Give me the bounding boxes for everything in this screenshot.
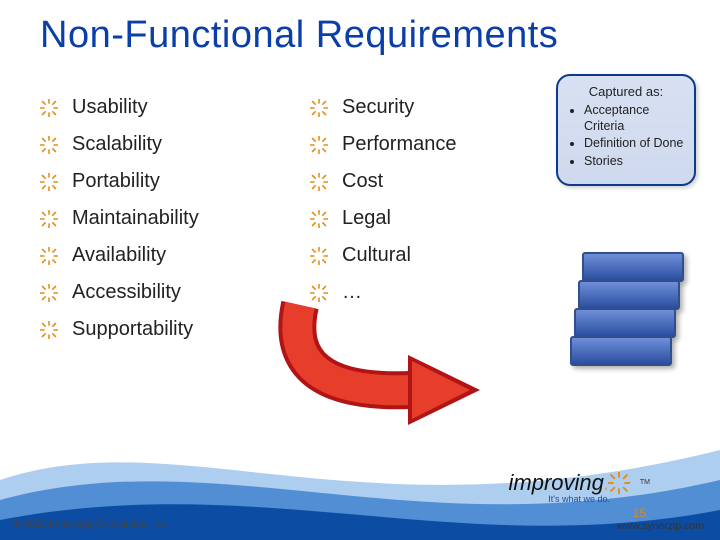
list-item: Supportability xyxy=(40,318,290,341)
burst-icon xyxy=(40,247,58,265)
list-item: Maintainability xyxy=(40,207,290,230)
list-item: Cultural xyxy=(310,244,530,267)
burst-icon xyxy=(40,173,58,191)
burst-icon xyxy=(40,210,58,228)
list-item-label: Availability xyxy=(72,244,166,267)
burst-icon xyxy=(310,247,328,265)
burst-icon xyxy=(310,210,328,228)
list-item-label: Security xyxy=(342,96,414,119)
burst-icon xyxy=(310,173,328,191)
burst-icon xyxy=(310,136,328,154)
list-item: Cost xyxy=(310,170,530,193)
list-item-label: Accessibility xyxy=(72,281,181,304)
list-item: Accessibility xyxy=(40,281,290,304)
list-item-label: Performance xyxy=(342,133,457,156)
burst-icon xyxy=(310,99,328,117)
burst-icon xyxy=(608,472,630,494)
list-item-label: Usability xyxy=(72,96,148,119)
burst-icon xyxy=(40,99,58,117)
burst-icon xyxy=(40,136,58,154)
list-item-label: Portability xyxy=(72,170,160,193)
list-item: Portability xyxy=(40,170,290,193)
list-item: Availability xyxy=(40,244,290,267)
list-item-label: Legal xyxy=(342,207,391,230)
footer-url: www.synerzip.com xyxy=(617,520,704,532)
list-item: Security xyxy=(310,96,530,119)
list-item: Legal xyxy=(310,207,530,230)
copyright-text: © 2012 Improving Enterprises, Inc. xyxy=(14,519,168,530)
brand-wordmark: improving. xyxy=(509,470,611,496)
trademark-text: TM xyxy=(640,479,650,486)
blue-stack-graphic xyxy=(572,252,680,372)
brand-logo: improving. It's what we do. xyxy=(509,470,611,504)
blue-swoosh-graphic xyxy=(0,390,720,540)
list-item-label: Scalability xyxy=(72,133,162,156)
list-item: Scalability xyxy=(40,133,290,156)
page-number: 15 xyxy=(633,506,646,520)
list-item-label: Maintainability xyxy=(72,207,199,230)
list-item: Usability xyxy=(40,96,290,119)
burst-icon xyxy=(40,321,58,339)
list-item-label: Supportability xyxy=(72,318,193,341)
left-column: Usability Scalability Portability Mainta… xyxy=(40,96,290,341)
list-item: Performance xyxy=(310,133,530,156)
list-item-label: Cost xyxy=(342,170,383,193)
burst-icon xyxy=(40,284,58,302)
list-item-label: Cultural xyxy=(342,244,411,267)
slide-title: Non-Functional Requirements xyxy=(40,14,558,57)
